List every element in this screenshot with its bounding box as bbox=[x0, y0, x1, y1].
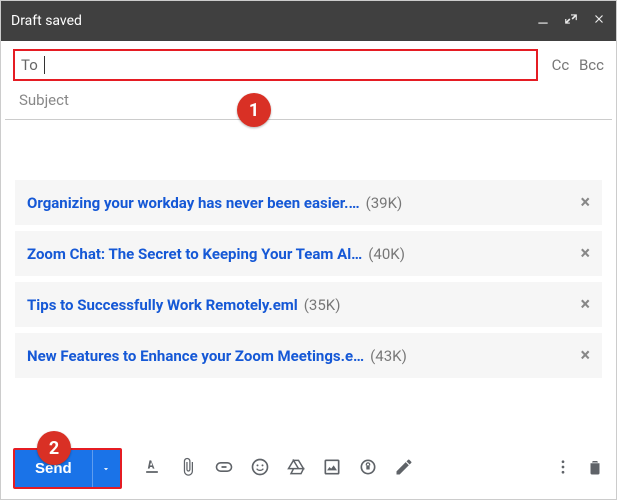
attachment-size: (39K) bbox=[366, 194, 403, 212]
attachment-item: Organizing your workday has never been e… bbox=[15, 180, 602, 225]
remove-attachment-icon[interactable]: × bbox=[580, 294, 590, 315]
compose-window: Draft saved To Cc Bcc Subject bbox=[0, 0, 617, 500]
insert-photo-icon[interactable] bbox=[322, 457, 342, 481]
annotation-badge-2: 2 bbox=[37, 431, 71, 465]
attachment-name[interactable]: New Features to Enhance your Zoom Meetin… bbox=[27, 347, 364, 365]
attachment-name[interactable]: Zoom Chat: The Secret to Keeping Your Te… bbox=[27, 245, 362, 263]
subject-field[interactable]: Subject bbox=[5, 85, 612, 120]
send-options-button[interactable] bbox=[92, 450, 120, 487]
pen-icon[interactable] bbox=[394, 457, 414, 481]
cc-button[interactable]: Cc bbox=[552, 56, 570, 74]
expand-icon[interactable] bbox=[564, 12, 578, 30]
confidential-mode-icon[interactable] bbox=[358, 457, 378, 481]
attachment-name[interactable]: Tips to Successfully Work Remotely.eml bbox=[27, 296, 298, 314]
remove-attachment-icon[interactable]: × bbox=[580, 243, 590, 264]
attachment-item: New Features to Enhance your Zoom Meetin… bbox=[15, 333, 602, 378]
insert-link-icon[interactable] bbox=[214, 457, 234, 481]
to-input[interactable] bbox=[45, 57, 530, 74]
attachment-item: Zoom Chat: The Secret to Keeping Your Te… bbox=[15, 231, 602, 276]
attachment-size: (40K) bbox=[368, 245, 405, 263]
minimize-icon[interactable] bbox=[536, 12, 550, 30]
attachment-name[interactable]: Organizing your workday has never been e… bbox=[27, 194, 360, 212]
subject-placeholder: Subject bbox=[19, 91, 69, 109]
formatting-icon[interactable] bbox=[142, 457, 162, 481]
attachment-size: (35K) bbox=[304, 296, 341, 314]
attachment-size: (43K) bbox=[370, 347, 407, 365]
title-bar: Draft saved bbox=[1, 1, 616, 41]
remove-attachment-icon[interactable]: × bbox=[580, 192, 590, 213]
to-label: To bbox=[21, 56, 38, 74]
attachment-list: Organizing your workday has never been e… bbox=[1, 180, 616, 378]
window-title: Draft saved bbox=[11, 13, 536, 29]
to-field[interactable]: To bbox=[13, 49, 538, 81]
bcc-button[interactable]: Bcc bbox=[579, 56, 604, 74]
more-options-icon[interactable] bbox=[554, 458, 572, 480]
annotation-badge-1: 1 bbox=[237, 93, 271, 127]
close-icon[interactable] bbox=[592, 12, 606, 30]
emoji-icon[interactable] bbox=[250, 457, 270, 481]
discard-draft-icon[interactable] bbox=[586, 458, 604, 480]
attach-file-icon[interactable] bbox=[178, 457, 198, 481]
attachment-item: Tips to Successfully Work Remotely.eml (… bbox=[15, 282, 602, 327]
drive-icon[interactable] bbox=[286, 457, 306, 481]
recipients-row: To Cc Bcc bbox=[1, 41, 616, 85]
compose-toolbar: Send bbox=[1, 438, 616, 499]
message-body[interactable]: Organizing your workday has never been e… bbox=[1, 120, 616, 438]
remove-attachment-icon[interactable]: × bbox=[580, 345, 590, 366]
